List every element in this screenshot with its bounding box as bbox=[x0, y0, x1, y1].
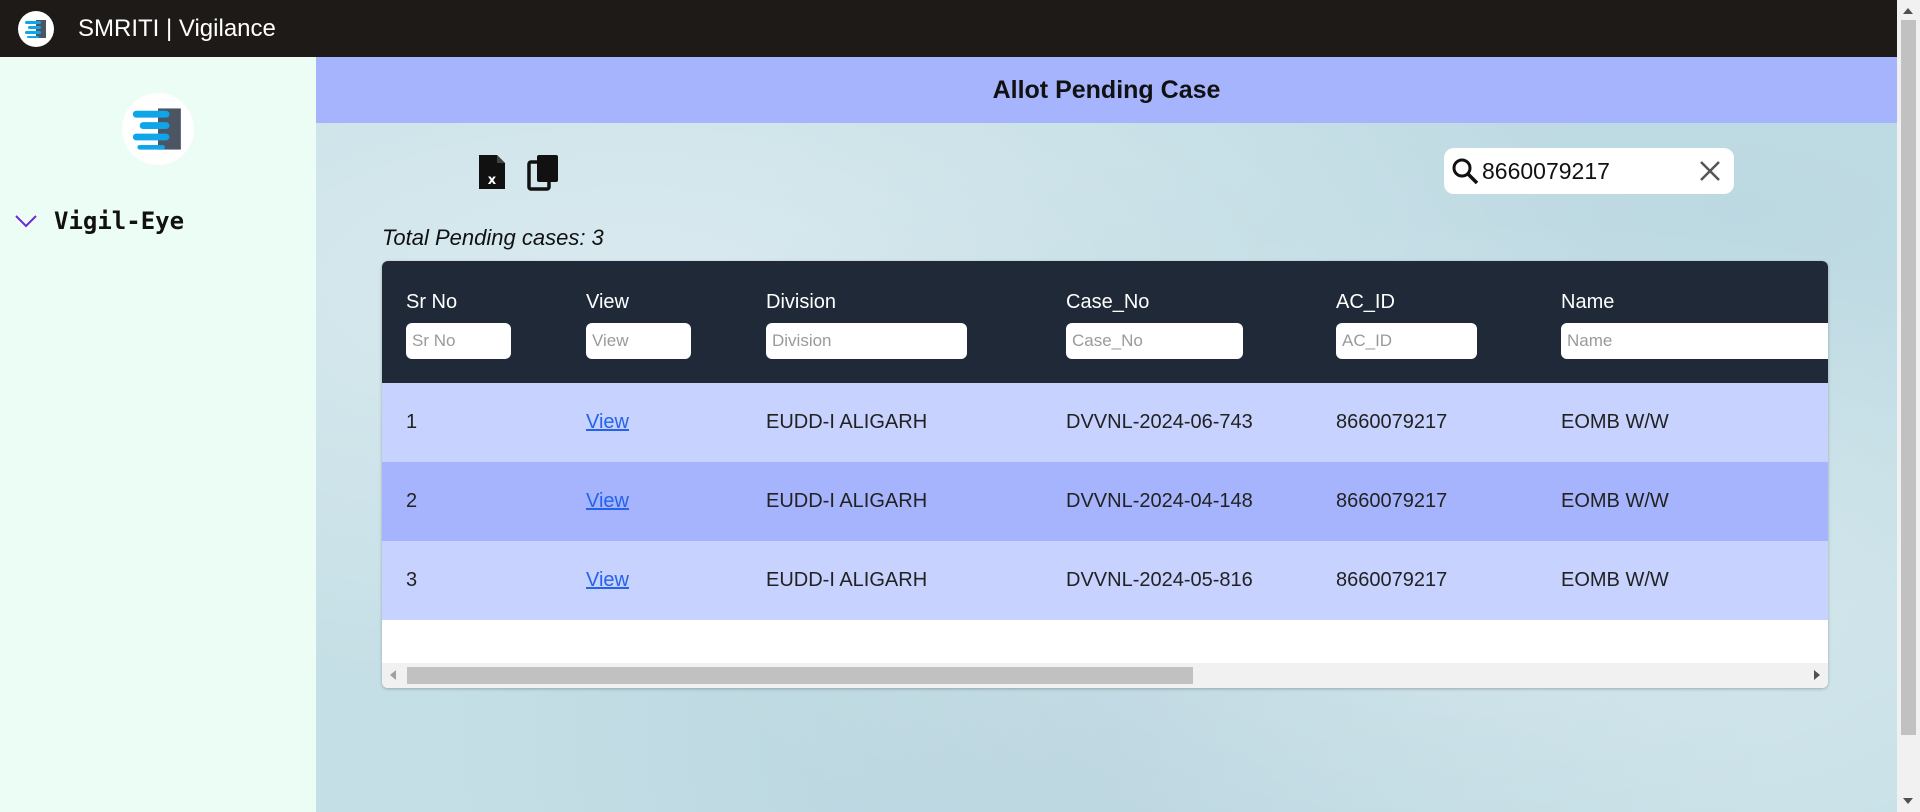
cell-name: EOMB W/W bbox=[1561, 411, 1669, 433]
column-header-label: Name bbox=[1561, 291, 1615, 313]
search-icon bbox=[1450, 156, 1480, 186]
sidebar-logo-icon bbox=[122, 93, 194, 165]
pending-cases-table: Sr No View Division Case_No AC_ID Name bbox=[382, 261, 1828, 688]
column-header-label: Case_No bbox=[1066, 291, 1150, 313]
ac-id-filter-input[interactable] bbox=[1336, 323, 1477, 359]
column-header-label: Sr No bbox=[406, 291, 458, 313]
cell-name: EOMB W/W bbox=[1561, 569, 1669, 591]
cell-sr-no: 1 bbox=[406, 411, 418, 433]
column-header-label: Division bbox=[766, 291, 837, 313]
cell-sr-no: 3 bbox=[406, 569, 418, 591]
app-logo-icon bbox=[18, 10, 54, 47]
table-header: Sr No View Division Case_No AC_ID Name bbox=[382, 261, 1828, 383]
sidebar-item-label: Vigil-Eye bbox=[54, 207, 185, 235]
table-row: 1 View EUDD-I ALIGARH DVVNL-2024-06-743 … bbox=[382, 383, 1828, 462]
total-pending-count: Total Pending cases: 3 bbox=[382, 225, 604, 250]
copy-icon[interactable] bbox=[526, 152, 562, 192]
close-icon[interactable] bbox=[1696, 157, 1724, 185]
cell-sr-no: 2 bbox=[406, 490, 418, 512]
view-link[interactable]: View bbox=[586, 569, 629, 591]
chevron-down-icon bbox=[14, 211, 40, 231]
sidebar: Vigil-Eye bbox=[0, 57, 316, 812]
sidebar-item-vigil-eye[interactable]: Vigil-Eye bbox=[14, 207, 184, 235]
search-box[interactable] bbox=[1444, 148, 1734, 194]
cell-division: EUDD-I ALIGARH bbox=[766, 490, 928, 512]
svg-text:x: x bbox=[488, 173, 497, 188]
excel-export-icon[interactable]: x bbox=[474, 152, 510, 192]
cell-ac-id: 8660079217 bbox=[1336, 569, 1448, 591]
cell-division: EUDD-I ALIGARH bbox=[766, 569, 928, 591]
scroll-up-icon[interactable] bbox=[1903, 8, 1913, 14]
app-title: SMRITI | Vigilance bbox=[78, 14, 276, 42]
cell-division: EUDD-I ALIGARH bbox=[766, 411, 928, 433]
scroll-left-icon[interactable] bbox=[390, 670, 396, 680]
main-content: Allot Pending Case x Total Pending cases… bbox=[316, 57, 1897, 812]
division-filter-input[interactable] bbox=[766, 323, 967, 359]
page-header: Allot Pending Case bbox=[316, 57, 1897, 123]
search-input[interactable] bbox=[1482, 157, 1682, 185]
cell-case-no: DVVNL-2024-04-148 bbox=[1066, 490, 1253, 512]
cell-name: EOMB W/W bbox=[1561, 490, 1669, 512]
scrollbar-thumb[interactable] bbox=[1901, 20, 1916, 735]
top-app-bar: SMRITI | Vigilance bbox=[0, 0, 1897, 57]
page-vertical-scrollbar[interactable] bbox=[1897, 0, 1920, 812]
view-link[interactable]: View bbox=[586, 490, 629, 512]
column-header-label: View bbox=[586, 291, 629, 313]
sr-no-filter-input[interactable] bbox=[406, 323, 511, 359]
table-row: 2 View EUDD-I ALIGARH DVVNL-2024-04-148 … bbox=[382, 462, 1828, 541]
scroll-right-icon[interactable] bbox=[1814, 670, 1820, 680]
table-row: 3 View EUDD-I ALIGARH DVVNL-2024-05-816 … bbox=[382, 541, 1828, 620]
view-filter-input[interactable] bbox=[586, 323, 691, 359]
cell-ac-id: 8660079217 bbox=[1336, 411, 1448, 433]
page-title: Allot Pending Case bbox=[992, 75, 1221, 104]
case-no-filter-input[interactable] bbox=[1066, 323, 1243, 359]
scroll-down-icon[interactable] bbox=[1903, 798, 1913, 804]
table-horizontal-scrollbar[interactable] bbox=[382, 663, 1828, 688]
column-header-label: AC_ID bbox=[1336, 291, 1395, 313]
name-filter-input[interactable] bbox=[1561, 323, 1828, 359]
scrollbar-thumb[interactable] bbox=[407, 667, 1193, 684]
view-link[interactable]: View bbox=[586, 411, 629, 433]
cell-case-no: DVVNL-2024-06-743 bbox=[1066, 411, 1253, 433]
cell-ac-id: 8660079217 bbox=[1336, 490, 1448, 512]
cell-case-no: DVVNL-2024-05-816 bbox=[1066, 569, 1253, 591]
